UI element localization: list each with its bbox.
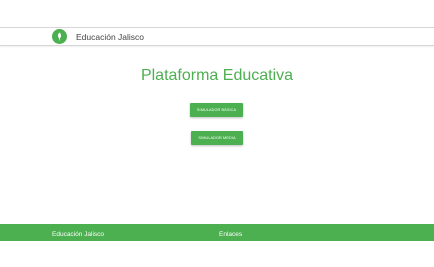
simulador-basica-button[interactable]: SIMULADOR BÁSICA (190, 103, 243, 117)
page-title: Plataforma Educativa (140, 67, 294, 84)
leaf-icon[interactable] (52, 29, 67, 44)
page: Educación Jalisco Plataforma Educativa S… (0, 0, 434, 267)
leaf-icon-glyph (58, 32, 61, 41)
brand-title[interactable]: Educación Jalisco (76, 29, 144, 45)
footer-bar: Educación Jalisco Enlaces (0, 224, 434, 241)
top-navbar: Educación Jalisco (0, 27, 434, 46)
footer-brand: Educación Jalisco (52, 231, 105, 238)
simulador-media-button[interactable]: SIMULADOR MEDIA (191, 131, 243, 145)
footer: Educación Jalisco Enlaces (0, 224, 434, 267)
footer-links-heading: Enlaces (219, 231, 243, 238)
